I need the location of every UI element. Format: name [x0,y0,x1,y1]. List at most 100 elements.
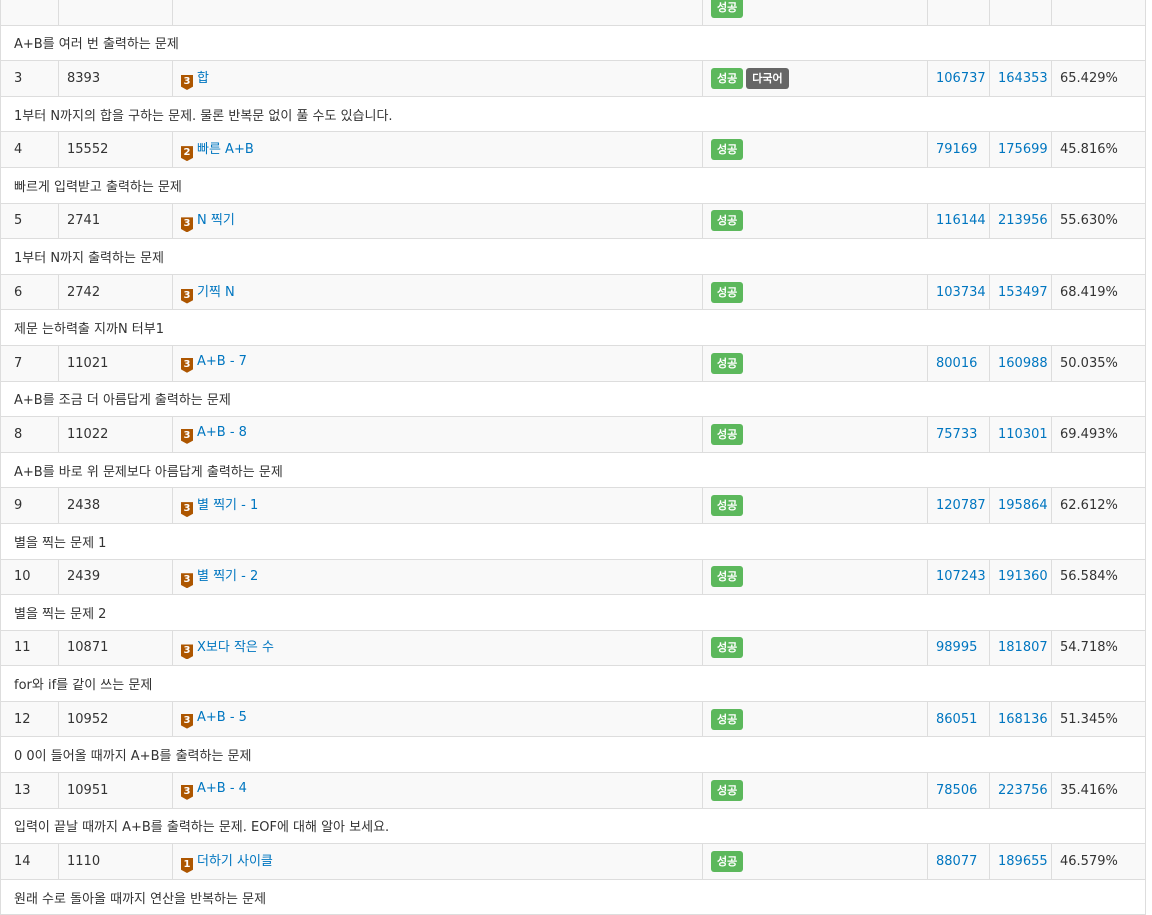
problem-title-link[interactable]: X보다 작은 수 [197,640,274,655]
submit-count-link[interactable]: 213956 [998,213,1048,228]
problem-title-link[interactable]: 기찍 N [197,285,235,300]
problem-status-cell: 성공 [702,131,928,168]
success-badge[interactable]: 성공 [711,423,744,445]
solved-count-link[interactable]: 103734 [936,285,986,300]
submit-count-cell: 223756 [989,772,1052,809]
submit-count-link[interactable]: 191360 [998,569,1048,584]
success-badge[interactable]: 성공 [711,139,744,161]
success-badge[interactable]: 성공 [711,495,744,517]
problem-order-cell: 3 [0,60,59,97]
problem-id-cell: 8393 [58,60,173,97]
problem-description-row: 별을 찍는 문제 1 [0,522,1146,560]
submit-count-link[interactable]: 175699 [998,142,1048,157]
success-badge[interactable]: 성공 [711,708,744,730]
problem-title-link[interactable]: A+B - 5 [197,710,247,725]
problem-description-row: 1부터 N까지의 합을 구하는 문제. 물론 반복문 없이 풀 수도 있습니다. [0,95,1146,133]
submit-count-link[interactable]: 168136 [998,712,1048,727]
solved-count-link[interactable]: 98995 [936,640,977,655]
problem-description: 1부터 N까지의 합을 구하는 문제. 물론 반복문 없이 풀 수도 있습니다. [0,95,1146,133]
problem-order-cell: 6 [0,273,59,311]
solved-count-cell: 103734 [927,273,990,311]
submit-count-link[interactable]: 110301 [998,427,1048,442]
solved-count-link[interactable]: 116144 [936,213,986,228]
submit-count-cell: 175699 [989,131,1052,168]
correct-ratio-cell: 45.816% [1051,131,1146,168]
problem-description: 별을 찍는 문제 1 [0,522,1146,560]
problem-description: 0 0이 들어올 때까지 A+B를 출력하는 문제 [0,736,1146,774]
solved-count-link[interactable]: 107243 [936,569,986,584]
multilang-badge[interactable]: 다국어 [746,67,789,89]
submit-count-link[interactable]: 153497 [998,285,1048,300]
problem-status-cell: 성공 [702,0,928,26]
solved-count-link[interactable]: 106737 [936,71,986,86]
submit-count-link[interactable]: 164353 [998,71,1048,86]
problem-title-link[interactable]: A+B - 7 [197,354,247,369]
problem-title-link[interactable]: 별 찍기 - 1 [197,498,258,513]
submit-count-link[interactable]: 160988 [998,356,1048,371]
submit-count-cell: 191360 [989,558,1052,596]
solved-count-link[interactable]: 120787 [936,498,986,513]
problem-id-cell: 11022 [58,416,173,453]
problem-row: 성공 [0,0,1146,26]
solved-count-cell: 75733 [927,416,990,453]
problem-title-cell: 3 기찍 N [172,273,703,311]
solved-count-link[interactable]: 79169 [936,142,977,157]
solved-count-cell: 78506 [927,772,990,809]
problem-order-cell: 4 [0,131,59,168]
problem-title-link[interactable]: 더하기 사이클 [197,854,273,869]
problem-order-cell: 9 [0,487,59,524]
success-badge[interactable]: 성공 [711,566,744,588]
problem-title-cell: 3 A+B - 5 [172,700,703,738]
problem-status-cell: 성공 [702,700,928,738]
submit-count-link[interactable]: 181807 [998,640,1048,655]
problem-id-cell: 2741 [58,202,173,240]
solved-count-cell: 98995 [927,629,990,667]
bronze-tier-icon: 3 [181,288,193,304]
solved-count-link[interactable]: 75733 [936,427,977,442]
success-badge[interactable]: 성공 [711,0,744,18]
solved-count-link[interactable]: 88077 [936,854,977,869]
problem-title-link[interactable]: N 찍기 [197,213,235,228]
problem-description: 원래 수로 돌아올 때까지 연산을 반복하는 문제 [0,878,1146,915]
problem-table-body: 성공 A+B를 여러 번 출력하는 문제 3 8393 3 합 성공 다국어 106737 164… [0,0,1146,915]
bronze-tier-icon: 3 [181,573,193,589]
problem-title-link[interactable]: 합 [197,71,209,86]
problem-title-link[interactable]: 빠른 A+B [197,142,254,157]
bronze-tier-icon: 3 [181,784,193,800]
problem-title-link[interactable]: A+B - 4 [197,781,247,796]
submit-count-cell: 153497 [989,273,1052,311]
problem-title-link[interactable]: A+B - 8 [197,425,247,440]
success-badge[interactable]: 성공 [711,851,744,873]
success-badge[interactable]: 성공 [711,67,744,89]
solved-count-link[interactable]: 86051 [936,712,977,727]
problem-status-cell: 성공 [702,843,928,880]
problem-title-cell: 2 빠른 A+B [172,131,703,168]
problem-title-cell: 3 A+B - 7 [172,344,703,382]
problem-description-row: 0 0이 들어올 때까지 A+B를 출력하는 문제 [0,736,1146,774]
success-badge[interactable]: 성공 [711,779,744,801]
solved-count-cell: 86051 [927,700,990,738]
submit-count-link[interactable]: 223756 [998,783,1048,798]
problem-title-cell: 3 X보다 작은 수 [172,629,703,667]
solved-count-cell: 80016 [927,344,990,382]
problem-order-cell: 13 [0,772,59,809]
problem-description-row: A+B를 여러 번 출력하는 문제 [0,24,1146,62]
problem-title-link[interactable]: 별 찍기 - 2 [197,569,258,584]
success-badge[interactable]: 성공 [711,281,744,303]
solved-count-link[interactable]: 80016 [936,356,977,371]
problem-status-cell: 성공 [702,202,928,240]
submit-count-link[interactable]: 189655 [998,854,1048,869]
submit-count-link[interactable]: 195864 [998,498,1048,513]
problem-description: 1부터 N까지 출력하는 문제 [0,238,1146,275]
problem-status-cell: 성공 [702,416,928,453]
solved-count-link[interactable]: 78506 [936,783,977,798]
submit-count-cell: 195864 [989,487,1052,524]
success-badge[interactable]: 성공 [711,637,744,659]
success-badge[interactable]: 성공 [711,210,744,232]
submit-count-cell: 189655 [989,843,1052,880]
problem-order-cell: 10 [0,558,59,596]
problem-order-cell: 7 [0,344,59,382]
success-badge[interactable]: 성공 [711,352,744,374]
problem-row: 11 10871 3 X보다 작은 수 성공 98995 181807 54.718% [0,629,1146,667]
correct-ratio-cell: 55.630% [1051,202,1146,240]
